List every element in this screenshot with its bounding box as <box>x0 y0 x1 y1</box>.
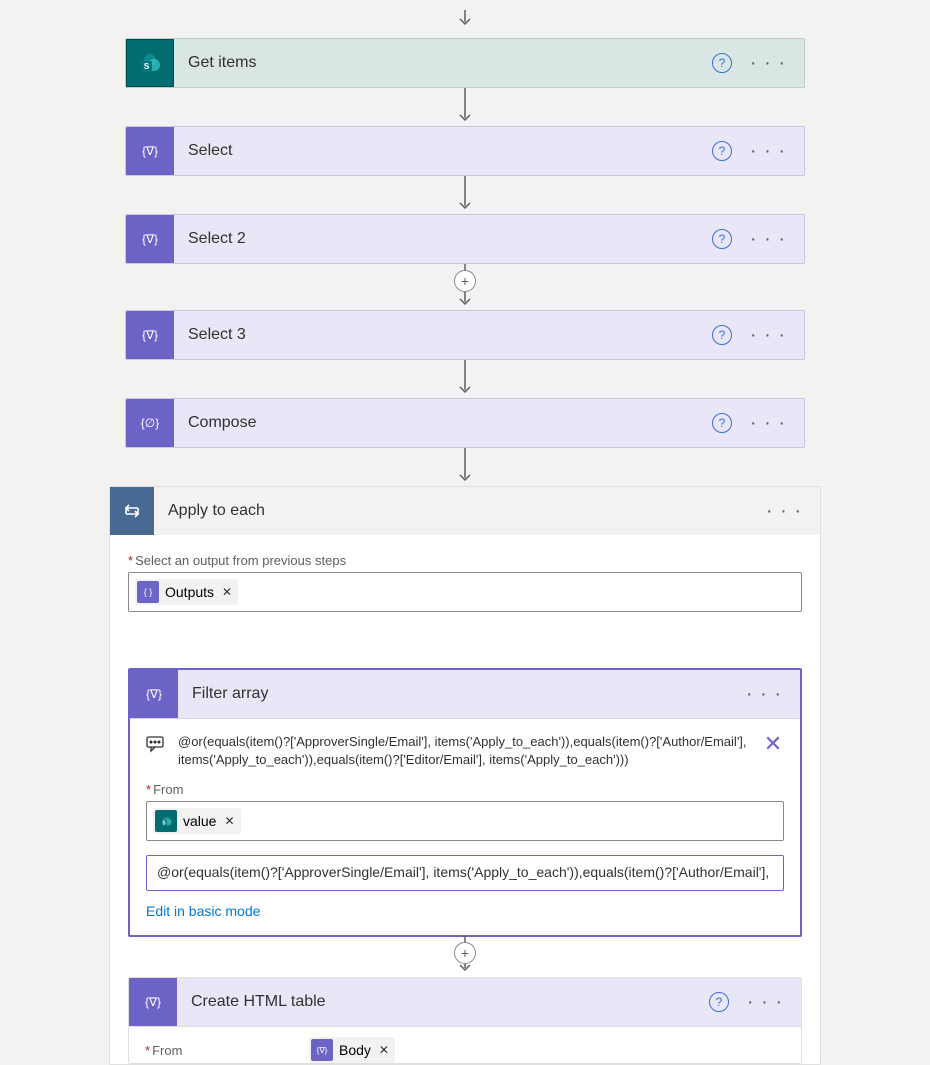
more-menu[interactable]: · · · <box>750 229 786 249</box>
condition-input[interactable]: @or(equals(item()?['ApproverSingle/Email… <box>146 855 784 891</box>
help-icon[interactable]: ? <box>712 413 732 433</box>
svg-text:{∇}: {∇} <box>142 232 158 246</box>
nested-header[interactable]: {∇} Create HTML table ? · · · <box>129 978 801 1027</box>
from-input[interactable]: S value ✕ <box>146 801 784 841</box>
add-step-button[interactable]: + <box>454 942 476 964</box>
feedback-icon <box>146 735 168 758</box>
close-icon[interactable]: ✕ <box>762 733 784 755</box>
step-create-html-table: {∇} Create HTML table ? · · · *From <box>128 977 802 1064</box>
svg-text:{∇}: {∇} <box>142 144 158 158</box>
edit-basic-mode-link[interactable]: Edit in basic mode <box>146 903 784 919</box>
arrow <box>458 176 472 214</box>
step-select-3[interactable]: {∇} Select 3 ? · · · <box>125 310 805 360</box>
token-value[interactable]: S value ✕ <box>153 808 241 834</box>
more-menu[interactable]: · · · <box>750 413 786 433</box>
help-icon[interactable]: ? <box>709 992 729 1012</box>
more-menu[interactable]: · · · <box>746 684 800 704</box>
scope-header[interactable]: Apply to each · · · <box>110 487 820 535</box>
step-title: Select 3 <box>174 311 712 359</box>
step-compose[interactable]: {∅} Compose ? · · · <box>125 398 805 448</box>
svg-text:{∇}: {∇} <box>142 328 158 342</box>
loop-icon <box>110 487 154 535</box>
data-operation-icon: {∇} <box>130 670 178 718</box>
nested-title: Create HTML table <box>177 993 709 1011</box>
svg-text:{ }: { } <box>144 587 153 597</box>
data-operation-icon: {∇} <box>129 978 177 1026</box>
more-menu[interactable]: · · · <box>750 141 786 161</box>
step-title: Compose <box>174 399 712 447</box>
nested-title: Filter array <box>178 685 746 703</box>
token-body[interactable]: {∇} Body ✕ <box>309 1037 395 1063</box>
sharepoint-icon: S <box>126 39 174 87</box>
step-title: Select <box>174 127 712 175</box>
step-select[interactable]: {∇} Select ? · · · <box>125 126 805 176</box>
more-menu[interactable]: · · · <box>747 992 783 1012</box>
sharepoint-token-icon: S <box>155 810 177 832</box>
output-from-label: *Select an output from previous steps <box>128 553 802 568</box>
svg-text:{∇}: {∇} <box>146 687 162 701</box>
data-operation-icon: {∇} <box>126 127 174 175</box>
data-operation-token-icon: {∇} <box>311 1039 333 1061</box>
token-remove[interactable]: ✕ <box>224 814 234 828</box>
data-operation-icon: {∇} <box>126 215 174 263</box>
more-menu[interactable]: · · · <box>766 501 820 521</box>
scope-title: Apply to each <box>154 502 766 520</box>
help-icon[interactable]: ? <box>712 325 732 345</box>
help-icon[interactable]: ? <box>712 229 732 249</box>
svg-text:{∇}: {∇} <box>145 995 161 1009</box>
step-title: Get items <box>174 39 712 87</box>
step-get-items[interactable]: S Get items ? · · · <box>125 38 805 88</box>
step-select-2[interactable]: {∇} Select 2 ? · · · <box>125 214 805 264</box>
arrow <box>458 448 472 486</box>
add-step-button[interactable]: + <box>454 270 476 292</box>
svg-text:{∅}: {∅} <box>141 416 159 430</box>
help-icon[interactable]: ? <box>712 53 732 73</box>
nested-header[interactable]: {∇} Filter array · · · <box>130 670 800 719</box>
from-label: *From <box>146 782 784 797</box>
more-menu[interactable]: · · · <box>750 325 786 345</box>
token-outputs[interactable]: { } Outputs ✕ <box>135 579 238 605</box>
svg-text:S: S <box>144 62 150 71</box>
arrow <box>458 88 472 126</box>
arrow <box>458 360 472 398</box>
token-remove[interactable]: ✕ <box>222 585 232 599</box>
step-title: Select 2 <box>174 215 712 263</box>
compose-token-icon: { } <box>137 581 159 603</box>
output-from-input[interactable]: { } Outputs ✕ <box>128 572 802 612</box>
compose-icon: {∅} <box>126 399 174 447</box>
arrow: + <box>128 936 802 976</box>
step-apply-to-each: Apply to each · · · *Select an output fr… <box>109 486 821 1065</box>
arrow <box>458 0 472 38</box>
token-remove[interactable]: ✕ <box>379 1043 389 1057</box>
more-menu[interactable]: · · · <box>750 53 786 73</box>
data-operation-icon: {∇} <box>126 311 174 359</box>
step-filter-array: {∇} Filter array · · · @or(equals(item()… <box>128 668 802 937</box>
help-icon[interactable]: ? <box>712 141 732 161</box>
expression-text: @or(equals(item()?['ApproverSingle/Email… <box>178 733 752 768</box>
arrow: + <box>458 264 472 310</box>
from-label: *From <box>145 1043 295 1058</box>
svg-text:{∇}: {∇} <box>317 1046 328 1055</box>
